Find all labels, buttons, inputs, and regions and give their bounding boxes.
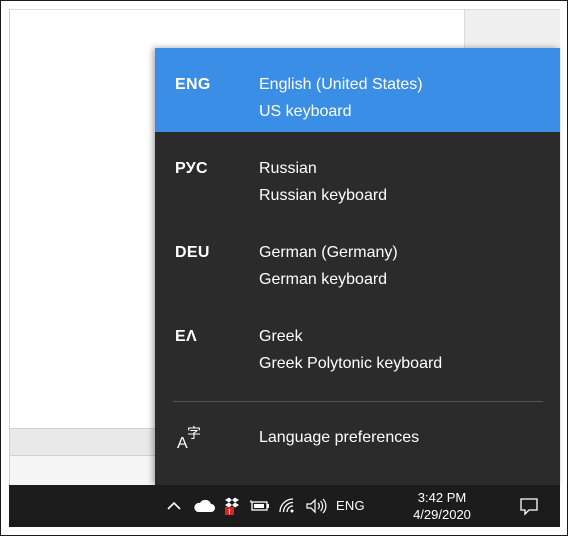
- language-code: DEU: [175, 244, 210, 261]
- language-code: ΕΛ: [175, 328, 197, 345]
- taskbar-clock[interactable]: 3:42 PM 4/29/2020: [401, 489, 483, 523]
- language-code: РУС: [175, 160, 208, 177]
- background-statusbar: [10, 456, 160, 486]
- clock-time: 3:42 PM: [417, 490, 467, 505]
- language-preferences-link[interactable]: A 字 Language preferences: [155, 413, 560, 465]
- taskbar: ! ENG 3:42 PM 4/29/2020: [9, 485, 560, 527]
- background-panel: [464, 10, 560, 50]
- battery-icon[interactable]: [248, 485, 272, 527]
- language-name: Greek: [259, 328, 303, 345]
- wifi-icon[interactable]: [275, 485, 299, 527]
- speaker-icon[interactable]: [302, 485, 330, 527]
- keyboard-layout: Greek Polytonic keyboard: [259, 355, 443, 372]
- language-name: Russian: [259, 160, 317, 177]
- chevron-up-icon[interactable]: [163, 485, 185, 527]
- language-preferences-label: Language preferences: [259, 429, 420, 446]
- language-item-russian[interactable]: РУС Russian Russian keyboard: [155, 132, 560, 216]
- keyboard-layout: German keyboard: [259, 271, 388, 288]
- svg-text:!: !: [228, 508, 231, 516]
- icon-letter-zi: 字: [187, 425, 201, 441]
- language-item-german[interactable]: DEU German (Germany) German keyboard: [155, 216, 560, 300]
- keyboard-layout: US keyboard: [259, 103, 352, 120]
- dropbox-icon[interactable]: !: [221, 485, 243, 527]
- language-indicator[interactable]: ENG: [336, 485, 365, 527]
- language-code: ENG: [175, 76, 211, 93]
- language-name: English (United States): [259, 76, 423, 93]
- background-scrollbar: [10, 428, 160, 456]
- language-item-english[interactable]: ENG English (United States) US keyboard: [155, 48, 560, 132]
- action-center-icon[interactable]: [509, 485, 549, 527]
- keyboard-layout: Russian keyboard: [259, 187, 388, 204]
- onedrive-cloud-icon[interactable]: [191, 485, 217, 527]
- language-item-greek[interactable]: ΕΛ Greek Greek Polytonic keyboard: [155, 300, 560, 384]
- flyout-divider: [173, 401, 543, 402]
- language-flyout: ENG English (United States) US keyboard …: [155, 48, 560, 485]
- language-name: German (Germany): [259, 244, 398, 261]
- language-preferences-icon: A 字: [177, 423, 207, 453]
- clock-date: 4/29/2020: [413, 507, 471, 522]
